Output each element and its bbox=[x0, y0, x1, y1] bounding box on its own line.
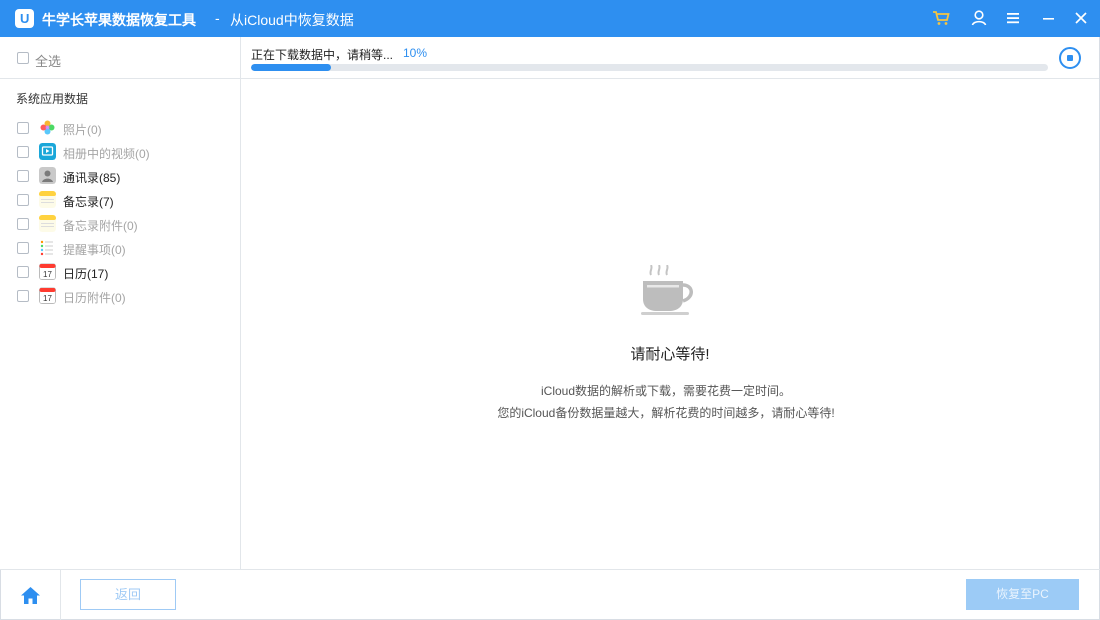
notes-icon bbox=[39, 191, 56, 208]
user-icon[interactable] bbox=[969, 8, 989, 28]
reminders-icon bbox=[39, 239, 56, 256]
item-label: 日历(17) bbox=[63, 267, 109, 281]
wait-title: 请耐心等待! bbox=[630, 346, 710, 363]
cart-icon[interactable] bbox=[931, 8, 951, 28]
home-icon bbox=[21, 587, 40, 604]
progress-percent: 10% bbox=[403, 46, 428, 60]
page-subtitle: 从iCloud中恢复数据 bbox=[230, 12, 354, 28]
stop-button[interactable] bbox=[1059, 47, 1081, 69]
item-label: 照片(0) bbox=[63, 123, 102, 137]
svg-text:17: 17 bbox=[43, 270, 52, 279]
stop-icon bbox=[1067, 55, 1073, 61]
app-logo-icon: U bbox=[15, 9, 34, 28]
title-bar: U 牛学长苹果数据恢复工具 - 从iCloud中恢复数据 bbox=[0, 0, 1100, 37]
item-checkbox[interactable] bbox=[17, 218, 29, 230]
sidebar-item-reminders[interactable]: 提醒事项(0) bbox=[0, 236, 240, 260]
item-label: 备忘录(7) bbox=[63, 195, 114, 209]
item-label: 相册中的视频(0) bbox=[63, 147, 150, 161]
item-checkbox[interactable] bbox=[17, 194, 29, 206]
sidebar-item-contacts[interactable]: 通讯录(85) bbox=[0, 164, 240, 188]
calendar-attachment-icon: 17 bbox=[39, 287, 56, 304]
item-checkbox[interactable] bbox=[17, 266, 29, 278]
sidebar-item-calendar[interactable]: 17 日历(17) bbox=[0, 260, 240, 284]
item-checkbox[interactable] bbox=[17, 170, 29, 182]
item-label: 通讯录(85) bbox=[63, 171, 121, 185]
download-progress-panel: 正在下载数据中，请稍等... 10% bbox=[241, 37, 1099, 79]
close-icon[interactable] bbox=[1071, 8, 1091, 28]
sidebar: 全选 系统应用数据 照片(0) 相册中的视频(0) 通讯录(85) 备忘录(7)… bbox=[0, 37, 241, 569]
wait-message-line2: 您的iCloud备份数据量越大，解析花费的时间越多，请耐心等待! bbox=[497, 406, 835, 420]
item-checkbox[interactable] bbox=[17, 242, 29, 254]
item-label: 提醒事项(0) bbox=[63, 243, 126, 257]
notes-attachment-icon bbox=[39, 215, 56, 232]
back-button[interactable]: 返回 bbox=[80, 579, 176, 610]
sidebar-item-photos[interactable]: 照片(0) bbox=[0, 116, 240, 140]
recover-to-pc-button[interactable]: 恢复至PC bbox=[966, 579, 1079, 610]
wait-message-line1: iCloud数据的解析或下载，需要花费一定时间。 bbox=[540, 384, 792, 398]
item-checkbox[interactable] bbox=[17, 290, 29, 302]
progress-status-text: 正在下载数据中，请稍等... bbox=[251, 48, 394, 62]
item-label: 日历附件(0) bbox=[63, 291, 126, 305]
bottom-bar: 返回 恢复至PC bbox=[0, 569, 1100, 620]
item-label: 备忘录附件(0) bbox=[63, 219, 138, 233]
item-checkbox[interactable] bbox=[17, 146, 29, 158]
calendar-icon: 17 bbox=[39, 263, 56, 280]
sidebar-item-notes[interactable]: 备忘录(7) bbox=[0, 188, 240, 212]
coffee-cup-icon bbox=[639, 264, 699, 317]
photos-icon bbox=[39, 119, 56, 136]
section-title: 系统应用数据 bbox=[16, 92, 89, 106]
contacts-icon bbox=[39, 167, 56, 184]
sidebar-item-notes-attachments[interactable]: 备忘录附件(0) bbox=[0, 212, 240, 236]
select-all-row[interactable]: 全选 bbox=[0, 37, 240, 79]
app-title: 牛学长苹果数据恢复工具 bbox=[42, 12, 196, 28]
home-button[interactable] bbox=[0, 570, 61, 620]
item-checkbox[interactable] bbox=[17, 122, 29, 134]
progress-bar-fill bbox=[251, 64, 331, 71]
main-content: 请耐心等待! iCloud数据的解析或下载，需要花费一定时间。 您的iCloud… bbox=[241, 79, 1099, 569]
progress-bar bbox=[251, 64, 1048, 71]
sidebar-item-album-videos[interactable]: 相册中的视频(0) bbox=[0, 140, 240, 164]
app-logo-letter: U bbox=[20, 11, 30, 26]
select-all-checkbox[interactable] bbox=[17, 52, 29, 64]
title-separator: - bbox=[215, 10, 220, 26]
select-all-label: 全选 bbox=[35, 54, 62, 69]
menu-icon[interactable] bbox=[1003, 8, 1023, 28]
sidebar-item-calendar-attachments[interactable]: 17 日历附件(0) bbox=[0, 284, 240, 308]
album-video-icon bbox=[39, 143, 56, 160]
minimize-icon[interactable] bbox=[1038, 8, 1058, 28]
svg-text:17: 17 bbox=[43, 294, 52, 303]
